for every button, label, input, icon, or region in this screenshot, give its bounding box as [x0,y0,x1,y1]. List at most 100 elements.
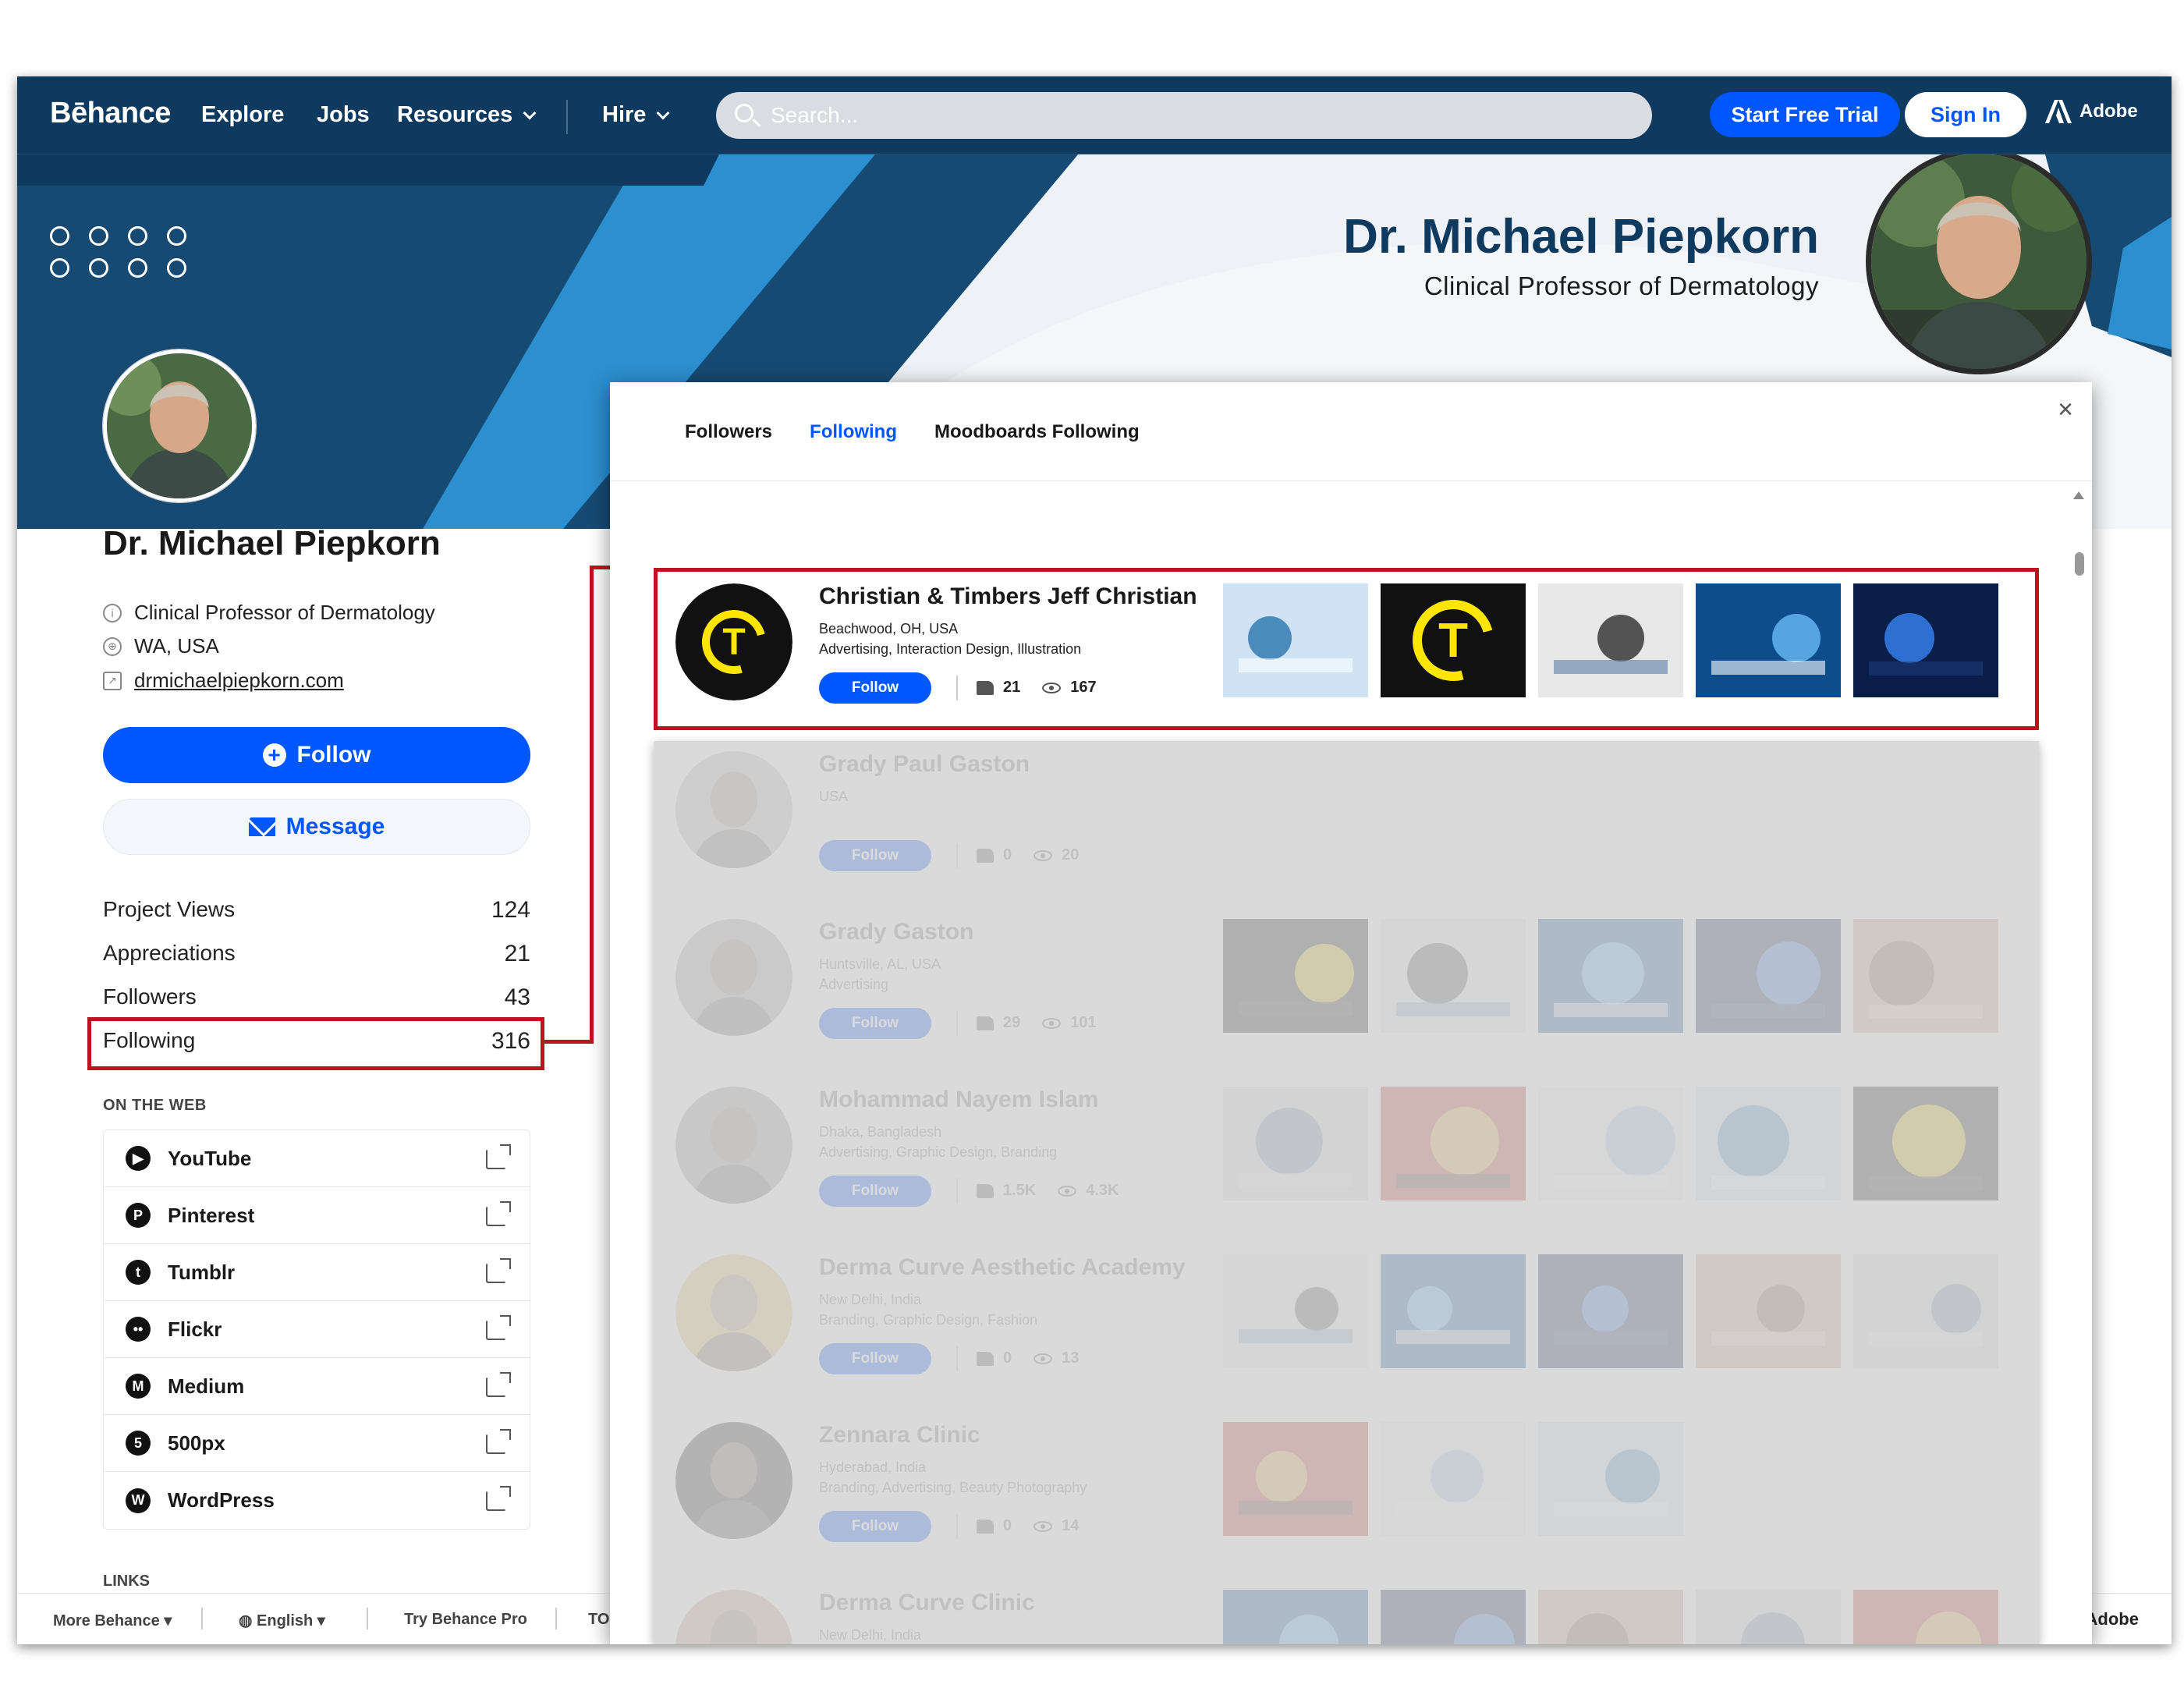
tab-moodboards-following[interactable]: Moodboards Following [934,421,1140,443]
follow-label: Follow [296,742,371,768]
start-free-trial-button[interactable]: Start Free Trial [1710,92,1900,137]
website-row: ↗ drmichaelpiepkorn.com [103,668,344,693]
external-link-icon [486,1315,511,1340]
web-link-medium[interactable]: M Medium [104,1358,530,1415]
stat-label: Appreciations [103,941,236,965]
top-navigation: Bēhance Explore Jobs Resources Hire Sear… [17,76,2172,154]
follow-button[interactable]: + Follow [103,727,530,783]
nav-hire-label: Hire [602,102,647,127]
scroll-up-icon[interactable] [2073,491,2084,499]
external-link-icon: ↗ [103,671,122,690]
banner-role: Clinical Professor of Dermatology [1424,271,1819,300]
footer-divider [367,1608,368,1629]
web-link-pinterest[interactable]: P Pinterest [104,1187,530,1244]
stat-value: 124 [491,897,530,923]
chevron-down-icon [656,106,670,119]
highlighted-row-box [654,568,2039,730]
chevron-down-icon [523,106,537,119]
occupation-row: i Clinical Professor of Dermatology [103,601,435,625]
stat-value: 43 [504,984,530,1010]
youtube-icon: ▶ [126,1146,151,1171]
web-link-500px[interactable]: 5 500px [104,1415,530,1472]
try-pro-link[interactable]: Try Behance Pro [404,1611,527,1629]
stat-project-views: Project Views 124 [103,897,530,924]
behance-window: Bēhance Explore Jobs Resources Hire Sear… [17,76,2172,1644]
dimmed-overlay [654,741,2039,1644]
external-link-icon [486,1372,511,1397]
pinterest-icon: P [126,1203,151,1228]
search-placeholder: Search... [771,103,859,127]
nav-resources[interactable]: Resources [397,102,537,128]
location-row: ⊕ WA, USA [103,634,219,658]
stat-value: 21 [504,941,530,966]
web-link-label: WordPress [168,1488,275,1512]
external-link-icon [486,1201,511,1226]
nav-divider [566,100,568,134]
connector-line [590,566,594,1044]
external-link-icon [486,1144,511,1169]
web-link-tumblr[interactable]: t Tumblr [104,1244,530,1301]
web-link-label: YouTube [168,1146,252,1170]
web-link-label: Medium [168,1374,245,1398]
web-link-flickr[interactable]: •• Flickr [104,1301,530,1358]
nav-explore[interactable]: Explore [201,102,284,128]
language-label: English [257,1612,314,1629]
globe-icon: ⊕ [103,637,122,656]
external-link-icon [486,1486,511,1511]
website-link[interactable]: drmichaelpiepkorn.com [134,668,344,693]
profile-avatar[interactable] [103,349,256,502]
profile-name: Dr. Michael Piepkorn [103,524,441,562]
following-modal: Followers Following Moodboards Following… [610,382,2092,1644]
stat-label: Project Views [103,897,236,921]
occupation-text: Clinical Professor of Dermatology [134,601,435,624]
close-icon[interactable]: × [2058,395,2073,425]
stat-followers[interactable]: Followers 43 [103,984,530,1011]
web-link-wordpress[interactable]: W WordPress [104,1472,530,1529]
web-link-label: Pinterest [168,1203,255,1227]
message-label: Message [285,814,385,839]
behance-logo[interactable]: Bēhance [50,97,171,130]
tab-followers[interactable]: Followers [685,421,772,443]
decorative-dots [50,226,187,278]
adobe-label: Adobe [2079,101,2138,122]
banner-name: Dr. Michael Piepkorn [1343,210,1819,264]
sign-in-button[interactable]: Sign In [1905,92,2026,137]
on-the-web-list: ▶ YouTube P Pinterest t Tumblr •• Flickr M Medium… [103,1129,530,1530]
connector-line [544,1040,593,1044]
terms-link[interactable]: TO [588,1611,609,1629]
nav-hire[interactable]: Hire [602,102,670,128]
info-icon: i [103,603,122,622]
500px-icon: 5 [126,1431,151,1456]
medium-icon: M [126,1374,151,1399]
footer-divider [201,1608,203,1629]
external-link-icon [486,1429,511,1454]
envelope-icon [248,817,275,836]
nav-jobs[interactable]: Jobs [317,102,370,128]
web-link-label: 500px [168,1431,225,1455]
scrollbar-thumb[interactable] [2075,552,2084,576]
message-button[interactable]: Message [103,799,530,855]
scrollbar[interactable] [2072,484,2090,1644]
links-heading: LINKS [103,1573,150,1590]
web-link-youtube[interactable]: ▶ YouTube [104,1130,530,1187]
search-input[interactable]: Search... [716,92,1652,139]
tumblr-icon: t [126,1260,151,1285]
on-the-web-heading: ON THE WEB [103,1097,207,1114]
web-link-label: Tumblr [168,1260,236,1284]
web-link-label: Flickr [168,1317,222,1341]
more-behance-label: More Behance [53,1612,160,1629]
flickr-icon: •• [126,1317,151,1342]
plus-icon: + [262,743,286,767]
more-behance-link[interactable]: More Behance ▾ [53,1611,172,1630]
following-highlight-box [87,1017,544,1070]
tab-following[interactable]: Following [810,421,897,443]
location-text: WA, USA [134,634,219,658]
adobe-logo-icon [2045,100,2072,123]
language-selector[interactable]: ◍ English ▾ [239,1611,325,1630]
wordpress-icon: W [126,1488,151,1513]
search-icon [735,104,753,122]
stat-label: Followers [103,984,197,1009]
footer-divider [555,1608,557,1629]
adobe-link[interactable]: Adobe [2045,100,2138,123]
nav-resources-label: Resources [397,102,513,127]
